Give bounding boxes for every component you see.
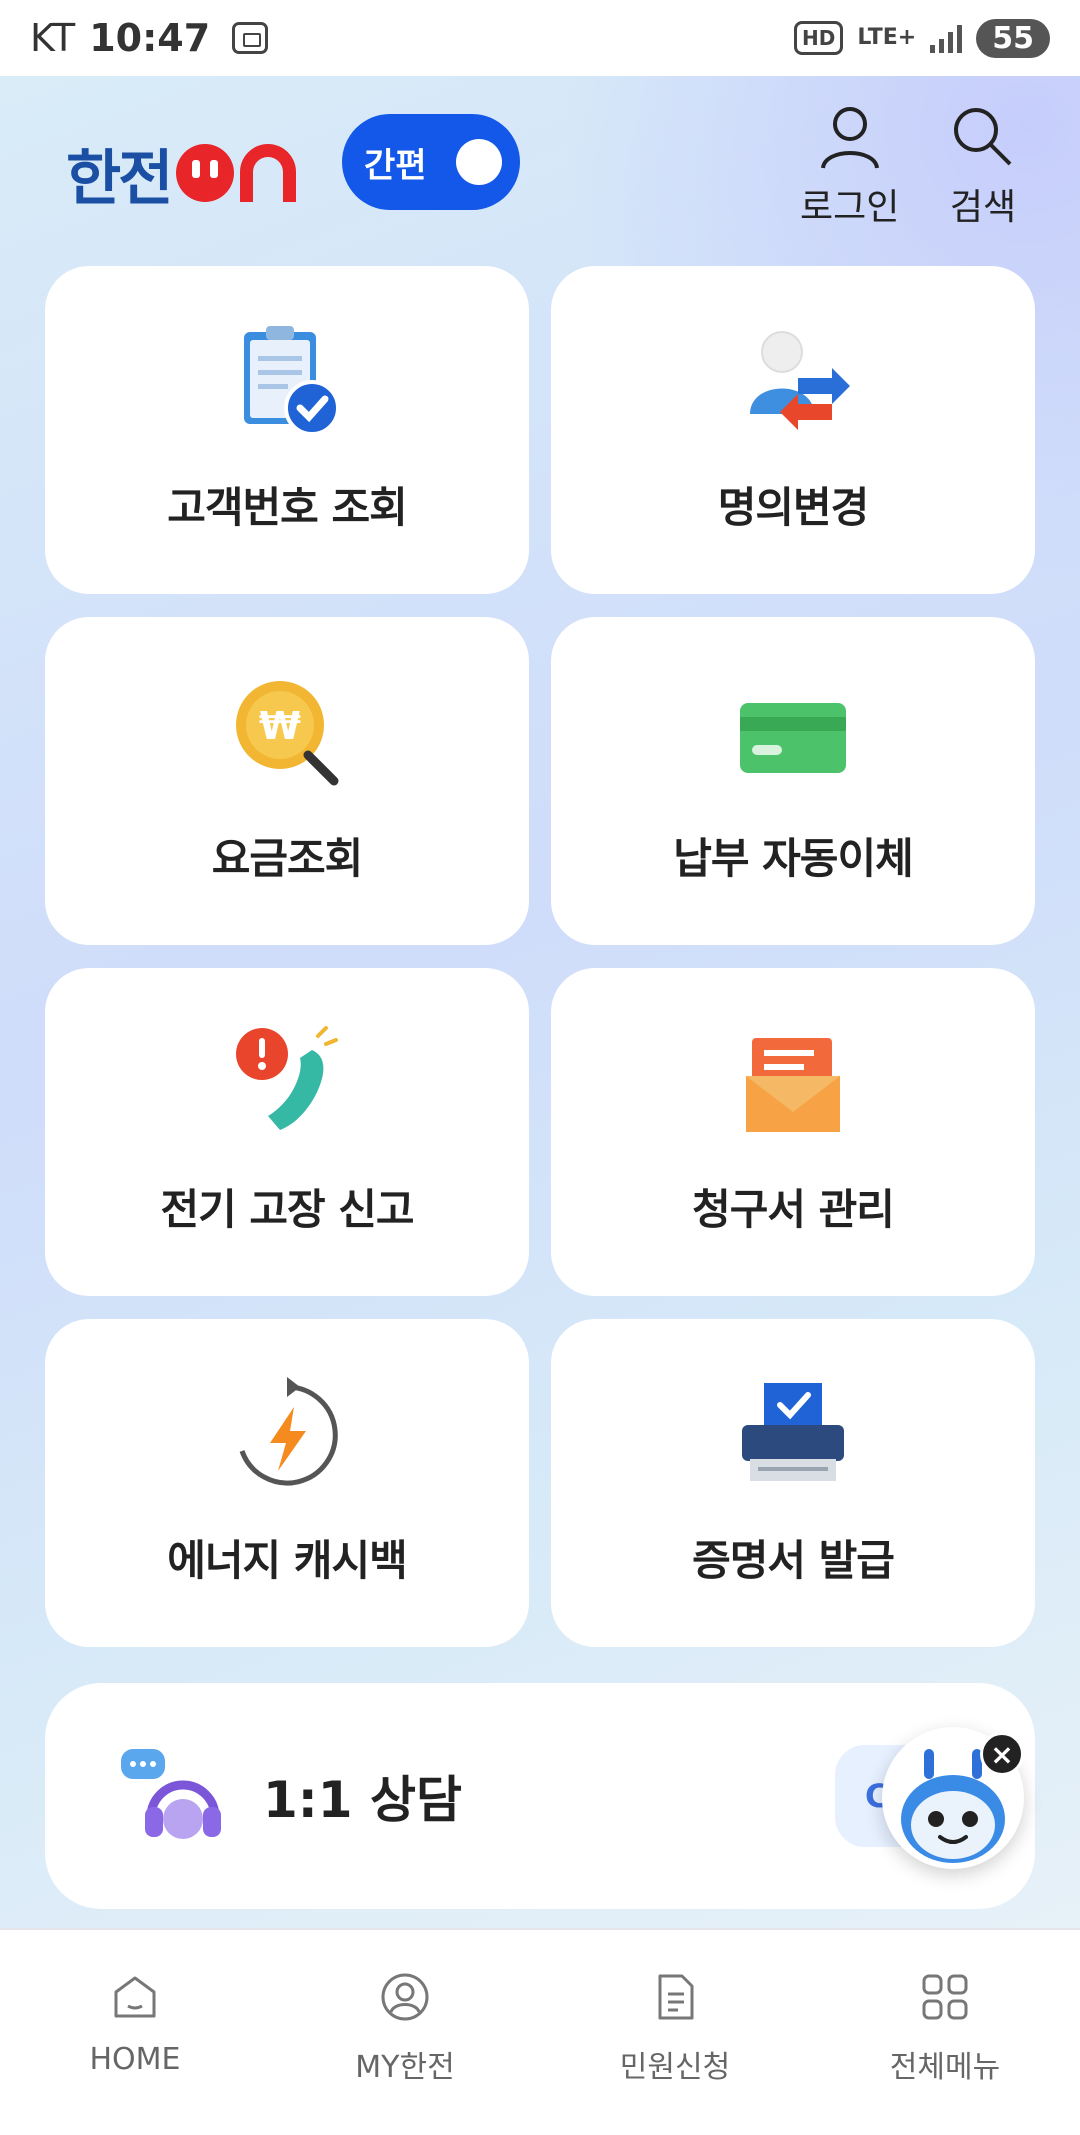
carrier-label: KT [30, 16, 76, 60]
nav-all-menu[interactable]: 전체메뉴 [810, 1930, 1080, 2135]
svg-text:₩: ₩ [259, 704, 301, 748]
login-button[interactable]: 로그인 [800, 102, 899, 230]
tile-auto-payment[interactable]: 납부 자동이체 [551, 617, 1035, 945]
screenshot-icon [232, 22, 269, 54]
hd-voice-icon: HD [794, 21, 844, 55]
won-coin-search-icon: ₩ [236, 681, 339, 786]
clipboard-check-icon [244, 326, 340, 436]
tile-label: 납부 자동이체 [673, 834, 913, 883]
printer-icon [742, 1383, 844, 1481]
search-button[interactable]: 검색 [948, 102, 1018, 230]
tile-certificate-issue[interactable]: 증명서 발급 [551, 1319, 1035, 1647]
counsel-label: 1:1 상담 [263, 1771, 462, 1829]
tile-label: 증명서 발급 [692, 1536, 895, 1585]
login-label: 로그인 [800, 187, 900, 228]
tile-label: 요금조회 [211, 834, 364, 883]
grid-menu-icon [922, 1974, 968, 2020]
document-icon [658, 1974, 694, 2020]
app-screen: 한전 간편 로그인 검색 고객번호 조회 명의변경 ₩ 요금조회 납부 자동이체… [0, 76, 1080, 1928]
tile-bill-management[interactable]: 청구서 관리 [551, 968, 1035, 1296]
nav-label: MY한전 [355, 2050, 455, 2085]
tile-energy-cashback[interactable]: 에너지 캐시백 [45, 1319, 529, 1647]
status-bar: KT 10:47 HD LTE+ 55 [0, 0, 1080, 76]
bottom-nav: HOME MY한전 민원신청 전체메뉴 [0, 1928, 1080, 2135]
logo-text: 한전 [66, 143, 173, 214]
simple-mode-toggle[interactable]: 간편 [342, 114, 520, 210]
nav-civil-request[interactable]: 민원신청 [540, 1930, 810, 2135]
tile-label: 에너지 캐시백 [167, 1536, 407, 1585]
nav-my-kepco[interactable]: MY한전 [270, 1930, 540, 2135]
tile-name-change[interactable]: 명의변경 [551, 266, 1035, 594]
toggle-knob [456, 139, 502, 185]
plug-on-logo-icon [176, 144, 297, 202]
person-transfer-icon [750, 331, 850, 430]
chatbot-close-button[interactable]: × [980, 1732, 1024, 1776]
kepco-on-logo[interactable]: 한전 [66, 138, 297, 214]
lightning-cycle-icon [239, 1377, 338, 1486]
nav-label: 전체메뉴 [889, 2050, 1001, 2085]
search-icon [954, 108, 1012, 166]
app-header: 한전 간편 로그인 검색 [0, 76, 1080, 266]
tile-fee-inquiry[interactable]: ₩ 요금조회 [45, 617, 529, 945]
home-icon [114, 1976, 156, 2018]
user-circle-icon [381, 1973, 429, 2021]
tile-label: 청구서 관리 [692, 1185, 895, 1234]
battery-indicator: 55 [976, 18, 1050, 58]
network-type: LTE+ [857, 25, 917, 50]
tile-label: 명의변경 [717, 483, 870, 532]
tile-label: 고객번호 조회 [167, 483, 407, 532]
user-icon [820, 107, 879, 169]
signal-icon [930, 23, 963, 53]
toggle-label: 간편 [364, 145, 427, 186]
headset-chat-icon [121, 1749, 221, 1839]
search-label: 검색 [949, 187, 1017, 228]
tile-customer-number[interactable]: 고객번호 조회 [45, 266, 529, 594]
tile-label: 전기 고장 신고 [160, 1185, 414, 1234]
alert-phone-icon [236, 1026, 338, 1130]
envelope-icon [746, 1038, 840, 1132]
nav-label: HOME [89, 2042, 181, 2077]
tile-outage-report[interactable]: 전기 고장 신고 [45, 968, 529, 1296]
nav-label: 민원신청 [619, 2050, 731, 2085]
credit-card-icon [740, 703, 846, 773]
nav-home[interactable]: HOME [0, 1930, 270, 2135]
clock: 10:47 [89, 16, 211, 60]
